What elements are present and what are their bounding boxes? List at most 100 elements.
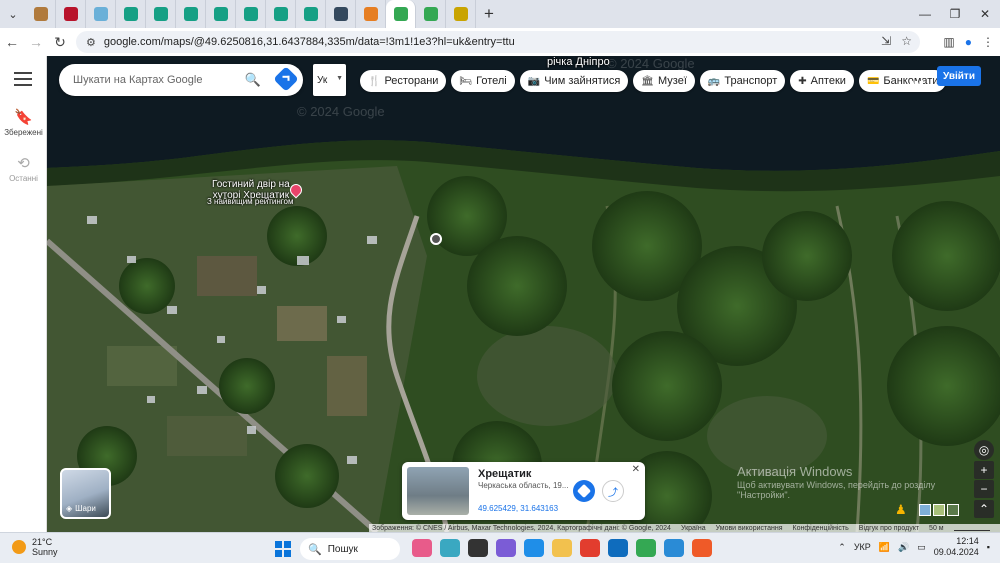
directions-arrow-icon: [576, 483, 592, 499]
directions-button[interactable]: [573, 480, 595, 502]
poi-subtitle: З найвищим рейтингом: [207, 197, 294, 206]
clock[interactable]: 12:14 09.04.2024: [934, 536, 979, 558]
rail-recent-label: Останні: [9, 174, 38, 183]
privacy-link[interactable]: Конфіденційність: [793, 525, 849, 532]
browser-tab[interactable]: [176, 0, 206, 28]
pegman-icon[interactable]: ♟: [895, 502, 909, 520]
browser-tab[interactable]: [236, 0, 266, 28]
zoom-in-button[interactable]: +: [974, 461, 994, 479]
install-app-icon[interactable]: ⇲: [881, 34, 891, 48]
scale-label[interactable]: 50 м: [929, 525, 944, 532]
search-input[interactable]: Шукати на Картах Google: [73, 74, 202, 86]
feedback-link[interactable]: Відгук про продукт: [859, 525, 919, 532]
taskbar-search[interactable]: 🔍 Пошук: [300, 538, 400, 560]
taskbar-app-icon[interactable]: [636, 539, 656, 557]
category-chip[interactable]: 🏛 Музеї: [633, 70, 695, 92]
search-icon[interactable]: 🔍: [245, 72, 261, 88]
rail-recent[interactable]: ⟲ Останні: [0, 154, 47, 183]
taskbar-app-icon[interactable]: [440, 539, 460, 557]
category-chip[interactable]: 🚌 Транспорт: [699, 70, 786, 92]
place-thumbnail[interactable]: [407, 467, 469, 515]
tab-favicon-icon: [273, 7, 288, 21]
rail-saved[interactable]: 🔖 Збережені: [0, 108, 47, 137]
browser-tab[interactable]: [86, 0, 116, 28]
satellite-map[interactable]: © 2024 Google © 2024 Google річка Дніпро…: [47, 56, 1000, 532]
taskbar-app-icon[interactable]: [608, 539, 628, 557]
browser-tab[interactable]: [266, 0, 296, 28]
browser-tab[interactable]: [56, 0, 86, 28]
tab-search-icon[interactable]: ⌄: [0, 0, 26, 28]
category-chip[interactable]: 💳Банкомати: [858, 70, 947, 92]
browser-tab[interactable]: [146, 0, 176, 28]
dropped-pin-icon[interactable]: [430, 233, 442, 245]
my-location-icon[interactable]: ◎: [974, 440, 994, 460]
browser-tab[interactable]: [116, 0, 146, 28]
site-info-icon[interactable]: ⚙: [86, 36, 96, 49]
place-card[interactable]: Хрещатик Черкаська область, 19... 49.625…: [402, 462, 645, 520]
browser-tab[interactable]: [206, 0, 236, 28]
expand-controls-icon[interactable]: ⌃: [974, 500, 994, 518]
side-panel-icon[interactable]: ▥: [943, 35, 954, 49]
reload-icon[interactable]: ↻: [48, 28, 72, 56]
google-apps-icon[interactable]: [910, 70, 924, 84]
category-chip[interactable]: 📷 Чим зайнятися: [519, 70, 629, 92]
back-icon[interactable]: ←: [0, 28, 24, 56]
address-bar[interactable]: ⚙ google.com/maps/@49.6250816,31.6437884…: [76, 31, 920, 53]
tab-favicon-icon: [183, 7, 198, 21]
forward-icon[interactable]: →: [24, 28, 48, 56]
signin-button[interactable]: Увійти: [937, 66, 981, 86]
weather-widget[interactable]: 21°C Sunny: [12, 537, 58, 557]
browser-tab[interactable]: [386, 0, 416, 28]
map-watermark: © 2024 Google: [297, 104, 385, 119]
maps-search-box[interactable]: Шукати на Картах Google 🔍: [59, 64, 303, 96]
taskbar-app-icon[interactable]: [468, 539, 488, 557]
notifications-icon[interactable]: ▪: [987, 542, 990, 552]
menu-hamburger-icon[interactable]: [14, 72, 32, 86]
taskbar-app-icon[interactable]: [692, 539, 712, 557]
menu-kebab-icon[interactable]: ⋮: [982, 35, 994, 49]
browser-tab[interactable]: [356, 0, 386, 28]
wifi-icon[interactable]: 📶: [879, 542, 890, 553]
browser-tab[interactable]: [26, 0, 56, 28]
taskbar-app-icon[interactable]: [552, 539, 572, 557]
category-chip[interactable]: 🛏 Готелі: [451, 70, 515, 92]
share-icon[interactable]: ⤴: [602, 480, 624, 502]
language-select[interactable]: Ук ▼: [313, 64, 346, 96]
taskbar-app-icon[interactable]: [664, 539, 684, 557]
tray-overflow-icon[interactable]: ⌃: [838, 542, 846, 553]
layers-button[interactable]: ◈ Шари: [60, 468, 111, 519]
zoom-out-button[interactable]: −: [974, 480, 994, 498]
directions-icon[interactable]: [273, 66, 299, 92]
browser-tab[interactable]: [326, 0, 356, 28]
taskbar-app-icon[interactable]: [412, 539, 432, 557]
tab-favicon-icon: [333, 7, 348, 21]
browser-tab[interactable]: [296, 0, 326, 28]
browser-tab[interactable]: [416, 0, 446, 28]
input-language[interactable]: УКР: [854, 542, 871, 552]
taskbar-app-icon[interactable]: [580, 539, 600, 557]
new-tab-button[interactable]: +: [476, 0, 502, 28]
close-window-icon[interactable]: ✕: [970, 0, 1000, 28]
minimize-icon[interactable]: —: [910, 0, 940, 28]
category-chip[interactable]: ✚ Аптеки: [790, 70, 854, 92]
windows-taskbar: 21°C Sunny 🔍 Пошук ⌃ УКР 📶 🔊 ▭ 12:14 09.…: [0, 532, 1000, 563]
place-coordinates[interactable]: 49.625429, 31.643163: [478, 504, 558, 513]
country-link[interactable]: Україна: [681, 525, 706, 532]
windows-start-icon[interactable]: [275, 541, 291, 557]
taskbar-app-icon[interactable]: [496, 539, 516, 557]
bookmark-star-icon[interactable]: ☆: [901, 34, 912, 48]
tab-favicon-icon: [303, 7, 318, 21]
imagery-thumbnails[interactable]: [919, 504, 959, 516]
category-chip[interactable]: 🍴 Ресторани: [360, 70, 447, 92]
taskbar-app-icon[interactable]: [524, 539, 544, 557]
place-title[interactable]: Хрещатик: [478, 468, 531, 480]
category-chip-label: Ресторани: [384, 75, 439, 87]
profile-icon[interactable]: ●: [965, 35, 972, 49]
browser-tab[interactable]: [446, 0, 476, 28]
maximize-icon[interactable]: ❐: [940, 0, 970, 28]
terms-link[interactable]: Умови використання: [716, 525, 783, 532]
battery-icon[interactable]: ▭: [917, 542, 926, 553]
volume-icon[interactable]: 🔊: [898, 542, 909, 553]
tab-favicon-icon: [243, 7, 258, 21]
close-icon[interactable]: ✕: [632, 464, 640, 475]
